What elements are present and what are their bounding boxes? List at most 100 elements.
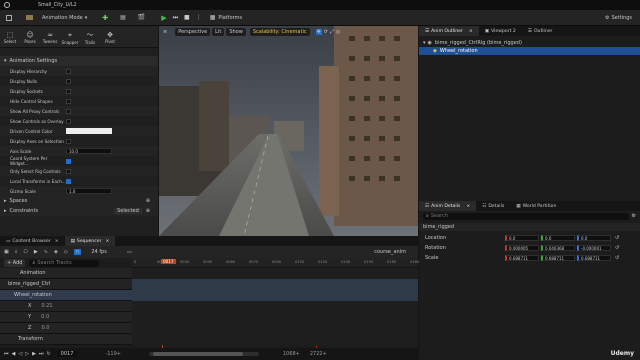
mode-pivot-button[interactable]: ✥ Pivot: [100, 29, 120, 44]
play-icon[interactable]: ▷: [25, 351, 29, 357]
mode-dropdown[interactable]: Animation Mode ▾: [39, 14, 90, 22]
scale-mode-icon[interactable]: ⤢: [330, 29, 334, 35]
timeline-scrollbar[interactable]: [148, 352, 259, 356]
play-button[interactable]: ▶: [161, 14, 166, 22]
setting-number-field[interactable]: 1.0: [66, 188, 112, 194]
current-frame-field[interactable]: 0017: [56, 351, 78, 357]
track-search-input[interactable]: ⌕ Search Tracks: [29, 259, 100, 267]
track-lane[interactable]: [132, 311, 418, 323]
close-icon[interactable]: ×: [55, 239, 59, 244]
track-row[interactable]: Z 0.0: [0, 322, 418, 334]
outliner-control-row[interactable]: ◆ Wheel_rotation: [419, 47, 640, 55]
mode-trails-button[interactable]: 〜 Trails: [80, 28, 100, 45]
mode-snapper-button[interactable]: ⌖ Snapper: [60, 29, 80, 45]
track-lane[interactable]: [132, 278, 418, 290]
add-constraint-icon[interactable]: ⊕: [146, 208, 150, 214]
transform-value-field[interactable]: 0.0: [541, 235, 575, 241]
mode-select-button[interactable]: ⬚ Select: [0, 29, 20, 44]
blueprint-icon[interactable]: ▤: [120, 14, 126, 21]
track-value[interactable]: 0.0: [41, 325, 49, 331]
scrollbar-thumb[interactable]: [152, 352, 243, 356]
mode-tweens-button[interactable]: ≈ Tweens: [40, 29, 60, 44]
key-icon[interactable]: ◇: [64, 249, 68, 255]
search-icon[interactable]: ⌕: [15, 249, 18, 255]
transform-value-field[interactable]: 0.688711: [505, 255, 539, 261]
setting-checkbox[interactable]: [66, 168, 71, 174]
transform-value-field[interactable]: 0.0: [505, 235, 539, 241]
track-row[interactable]: X 0.21: [0, 300, 418, 312]
start-frame[interactable]: -119+: [105, 351, 121, 357]
scalability-warning[interactable]: Scalability: Cinematic: [249, 28, 310, 36]
range-end[interactable]: 2722+: [310, 351, 327, 357]
tab-viewport-2[interactable]: ▣ Viewport 2: [479, 26, 522, 36]
magnet-icon[interactable]: ∩: [73, 249, 82, 255]
rotate-mode-icon[interactable]: ⟳: [324, 29, 328, 35]
transform-value-field[interactable]: -0.000001: [577, 245, 611, 251]
transform-value-field[interactable]: 0.688711: [541, 255, 575, 261]
track-lane[interactable]: [132, 289, 418, 301]
setting-checkbox[interactable]: [66, 138, 71, 144]
graph-icon[interactable]: 〰: [127, 249, 132, 256]
visibility-icon[interactable]: ◉: [428, 40, 432, 46]
jump-end-icon[interactable]: ⏭: [39, 351, 44, 357]
setting-checkbox[interactable]: [66, 68, 71, 74]
transform-value-field[interactable]: 0.688711: [577, 255, 611, 261]
lit-button[interactable]: Lit: [212, 28, 225, 36]
setting-checkbox[interactable]: [66, 98, 71, 104]
details-group-header[interactable]: bime_rigged: [419, 223, 640, 231]
setting-checkbox[interactable]: [66, 108, 71, 114]
close-icon[interactable]: ×: [469, 29, 473, 34]
unreal-logo-icon[interactable]: [4, 2, 10, 8]
track-row[interactable]: Wheel_rotation: [0, 289, 418, 301]
render-icon[interactable]: ▶: [34, 249, 38, 255]
add-actor-icon[interactable]: ✚: [102, 14, 108, 22]
jump-start-icon[interactable]: ⏮: [4, 351, 9, 357]
track-lane[interactable]: [132, 300, 418, 312]
settings-gear-icon[interactable]: ⚙: [632, 213, 636, 219]
details-search-input[interactable]: ⌕ Search: [423, 212, 629, 220]
track-lane[interactable]: [132, 322, 418, 334]
viewport-menu-icon[interactable]: ≡: [163, 29, 167, 35]
track-row[interactable]: Y 0.0: [0, 311, 418, 323]
setting-number-field[interactable]: 10.0: [66, 148, 112, 154]
tab-anim-outliner[interactable]: ☰ Anim Outliner ×: [419, 26, 479, 36]
snap-icon[interactable]: ◈: [54, 249, 58, 255]
add-track-button[interactable]: + Add: [4, 259, 26, 267]
reset-icon[interactable]: ↺: [615, 245, 619, 251]
color-swatch[interactable]: [66, 128, 112, 134]
fps-dropdown[interactable]: 24 fps: [91, 249, 107, 255]
camera-icon[interactable]: ⎔: [24, 249, 28, 255]
setting-checkbox[interactable]: [66, 178, 71, 184]
range-start[interactable]: 1068+: [283, 351, 300, 357]
transform-value-field[interactable]: 0.000005: [505, 245, 539, 251]
mode-poses-button[interactable]: ☺ Poses: [20, 29, 40, 44]
setting-checkbox[interactable]: [66, 118, 71, 124]
platforms-icon[interactable]: ▦: [210, 14, 216, 21]
loop-icon[interactable]: ↻: [46, 351, 50, 357]
close-icon[interactable]: ×: [105, 239, 109, 244]
curve-icon[interactable]: ∿: [44, 249, 48, 255]
track-lane[interactable]: [132, 333, 418, 345]
tab-details[interactable]: ☷ Details: [476, 201, 510, 211]
outliner-rig-row[interactable]: ▾ ◉ bime_rigged_CtrlRig (bime_rigged): [419, 39, 640, 47]
select-mode-icon[interactable]: ✥: [315, 29, 322, 35]
prev-key-icon[interactable]: ◀: [12, 351, 16, 357]
perspective-button[interactable]: Perspective: [175, 28, 211, 36]
track-value[interactable]: 0.21: [41, 303, 52, 309]
close-icon[interactable]: ×: [466, 204, 470, 209]
setting-checkbox[interactable]: [66, 158, 71, 164]
spaces-section[interactable]: ▸ Spaces ⊕: [0, 196, 158, 206]
track-row[interactable]: bime_rigged_Ctrl: [0, 278, 418, 290]
reset-icon[interactable]: ↺: [615, 235, 619, 241]
tab-outliner[interactable]: ☰ Outliner: [522, 26, 559, 36]
playhead-marker[interactable]: 0017: [161, 259, 176, 264]
tab-content-browser[interactable]: ▭ Content Browser ×: [0, 236, 65, 246]
platforms-button[interactable]: Platforms: [218, 15, 242, 21]
settings-button[interactable]: ⚙ Settings: [605, 15, 632, 21]
level-viewport[interactable]: ≡ Perspective Lit Show Scalability: Cine…: [159, 26, 418, 236]
save-icon[interactable]: ▣: [4, 249, 9, 255]
level-tab[interactable]: Small_City_LVL2: [38, 3, 77, 8]
setting-checkbox[interactable]: [66, 88, 71, 94]
transform-value-field[interactable]: 0.0: [577, 235, 611, 241]
transform-value-field[interactable]: 0.040368: [541, 245, 575, 251]
